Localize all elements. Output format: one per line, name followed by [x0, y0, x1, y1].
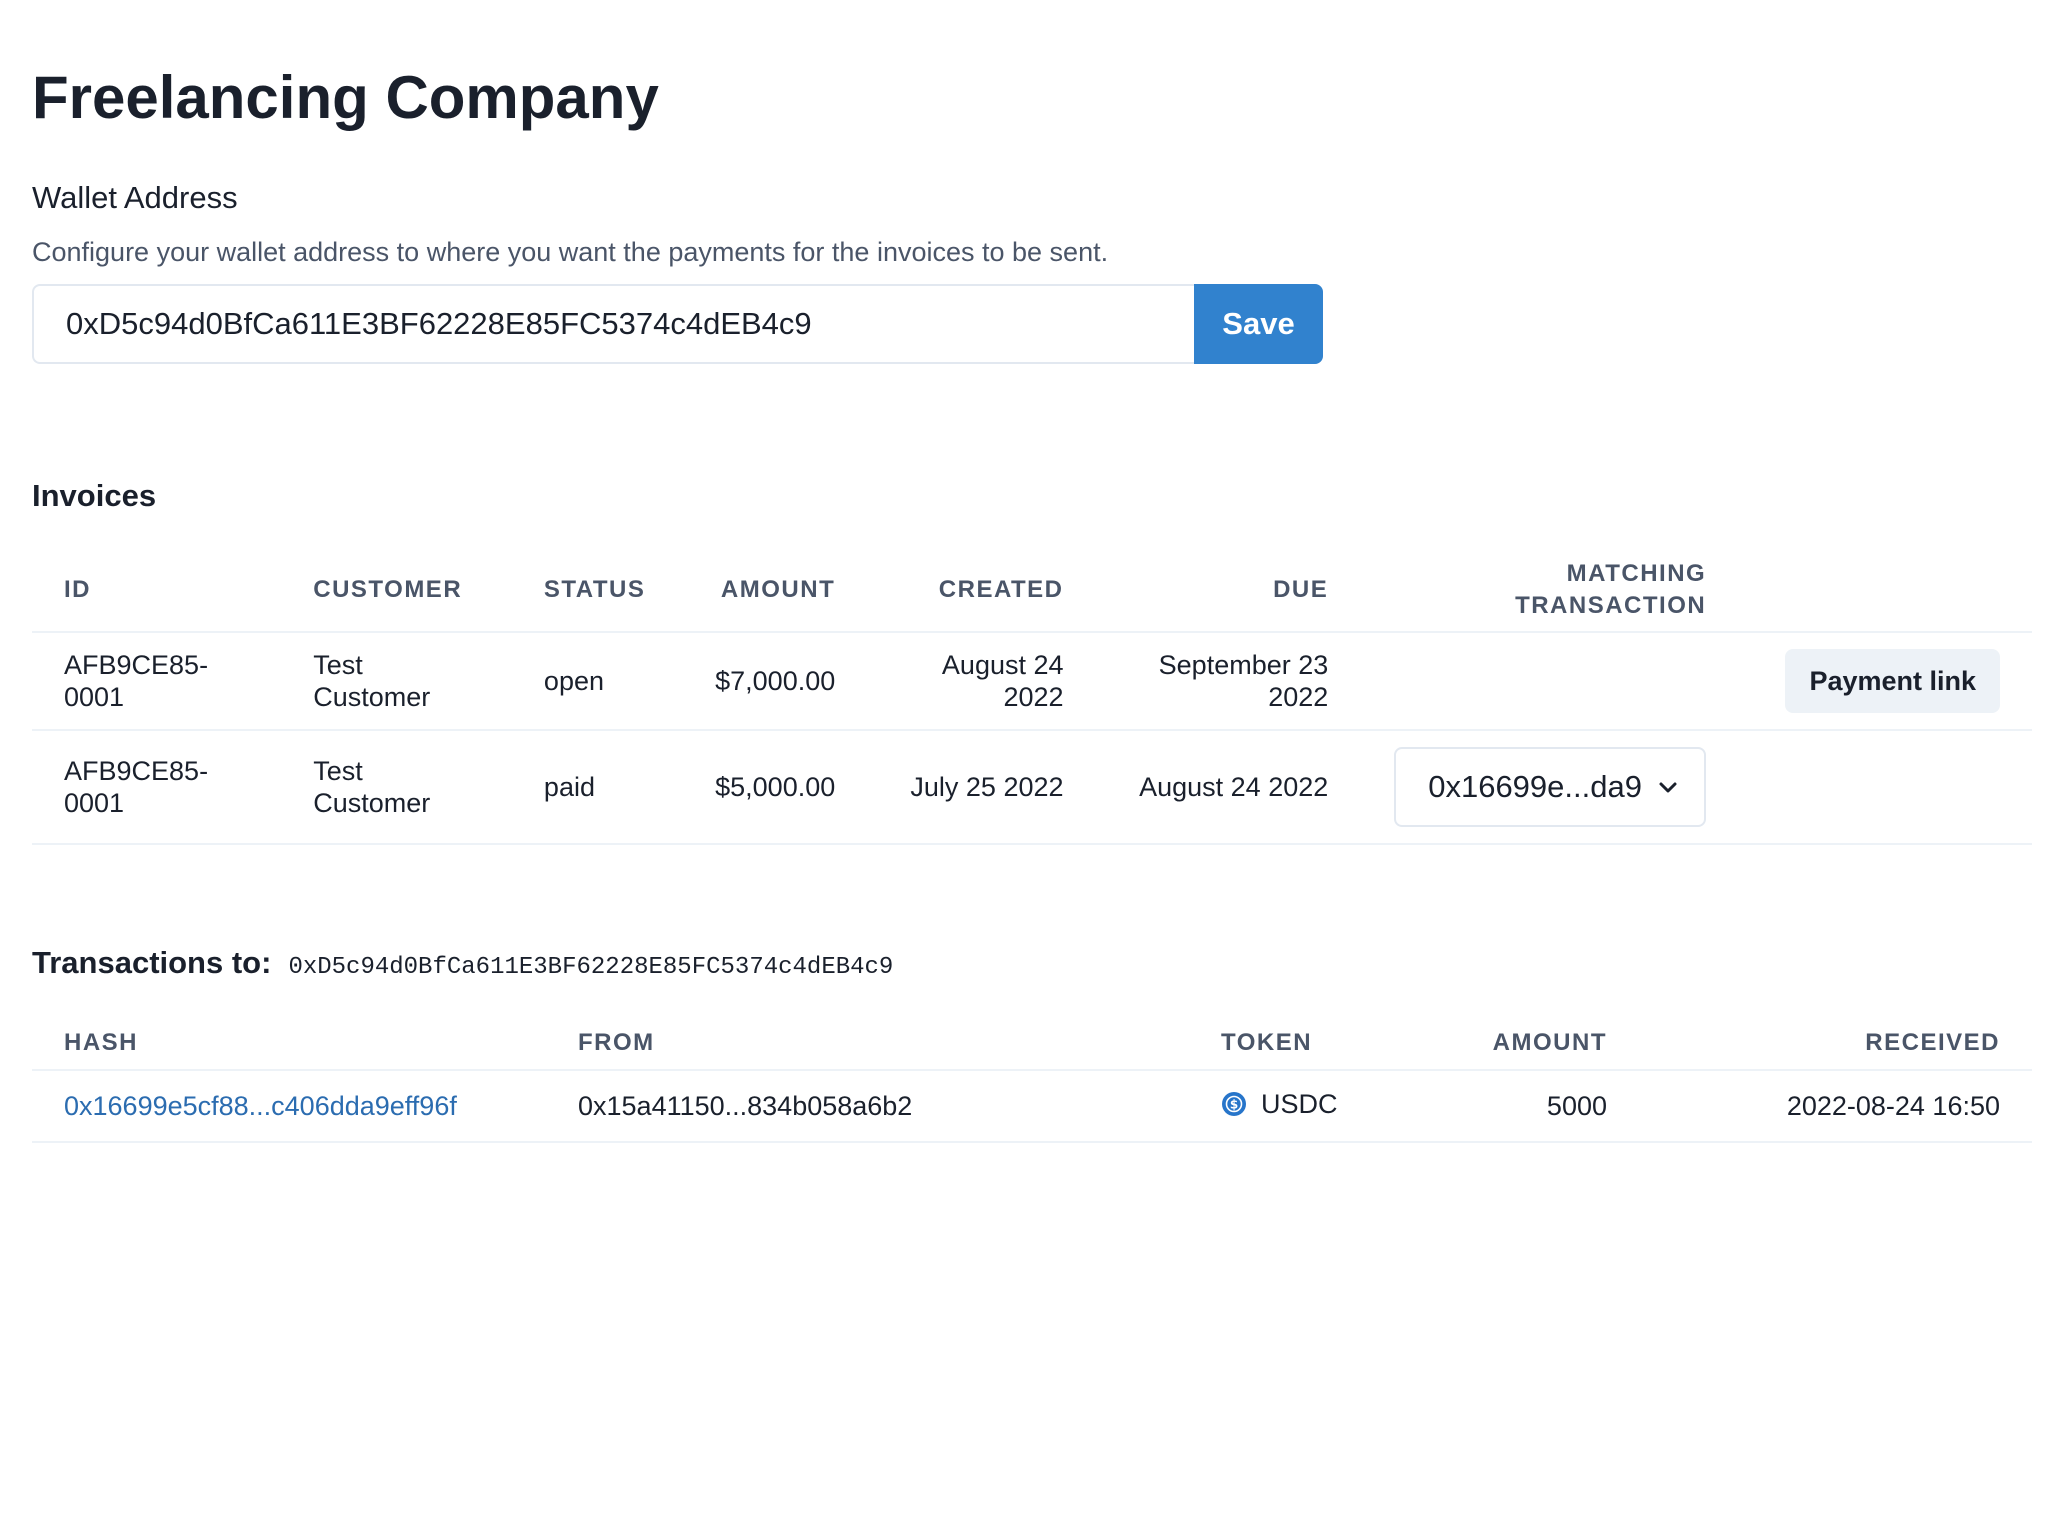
invoice-amount: $5,000.00 [677, 730, 868, 845]
save-button[interactable]: Save [1194, 284, 1323, 364]
col-due: DUE [1095, 548, 1361, 633]
matching-transaction-select[interactable]: 0x16699e...da9 [1394, 747, 1707, 827]
wallet-address-label: Wallet Address [32, 180, 238, 215]
matching-transaction-value: 0x16699e...da9 [1428, 771, 1642, 803]
tx-from: 0x15a41150...834b058a6b2 [546, 1070, 1189, 1143]
col-matching-line-1: MATCHING [1566, 559, 1707, 587]
col-actions [1738, 548, 2032, 633]
invoice-customer: Test Customer [281, 632, 512, 731]
tx-amount: 5000 [1397, 1070, 1639, 1143]
invoice-created: July 25 2022 [867, 730, 1096, 845]
page: Freelancing Company Wallet Address Confi… [0, 0, 2048, 1143]
transactions-table: HASH FROM TOKEN AMOUNT RECEIVED 0x16699e… [32, 1016, 2032, 1143]
tx-token: $ USDC [1189, 1070, 1397, 1143]
col-matching-transaction: MATCHING TRANSACTION [1360, 548, 1739, 633]
wallet-address-form: Save [32, 284, 2048, 364]
tx-received: 2022-08-24 16:50 [1639, 1070, 2032, 1143]
table-row: AFB9CE85- 0001 Test Customer paid $5,000… [32, 730, 2032, 845]
invoice-status: open [511, 632, 678, 731]
wallet-address-help: Configure your wallet address to where y… [32, 237, 1109, 267]
due-part: September 23 [1158, 650, 1329, 680]
customer-part: Customer [313, 788, 431, 818]
invoice-created: August 24 2022 [867, 632, 1096, 731]
invoice-due: August 24 2022 [1095, 730, 1361, 845]
invoice-due: September 23 2022 [1095, 632, 1361, 731]
invoice-id-part: 0001 [64, 682, 125, 712]
table-row: AFB9CE85- 0001 Test Customer open $7,000… [32, 632, 2032, 731]
col-created: CREATED [867, 548, 1096, 633]
col-matching-line-2: TRANSACTION [1515, 591, 1707, 619]
col-id: ID [32, 548, 282, 633]
col-amount: AMOUNT [677, 548, 868, 633]
wallet-address-input[interactable] [32, 284, 1194, 364]
col-customer: CUSTOMER [281, 548, 512, 633]
chevron-down-icon [1659, 782, 1677, 793]
col-status: STATUS [511, 548, 678, 633]
transactions-address: 0xD5c94d0BfCa611E3BF62228E85FC5374c4dEB4… [288, 954, 894, 981]
invoice-id: AFB9CE85- 0001 [32, 730, 282, 845]
invoice-matching-transaction: 0x16699e...da9 [1360, 730, 1739, 845]
transactions-title: Transactions to: [32, 945, 272, 980]
invoice-id-part: 0001 [64, 788, 125, 818]
usdc-icon: $ [1222, 1092, 1246, 1116]
invoice-amount: $7,000.00 [677, 632, 868, 731]
invoice-actions: Payment link [1738, 632, 2032, 731]
tx-hash: 0x16699e5cf88...c406dda9eff96f [32, 1070, 546, 1143]
due-part: 2022 [1268, 682, 1329, 712]
token-cell: $ USDC [1221, 1088, 1338, 1120]
invoice-actions [1738, 730, 2032, 845]
token-name: USDC [1261, 1089, 1338, 1119]
col-tx-amount: AMOUNT [1397, 1016, 1639, 1071]
col-hash: HASH [32, 1016, 546, 1071]
col-token: TOKEN [1189, 1016, 1397, 1071]
invoices-table: ID CUSTOMER STATUS AMOUNT CREATED DUE MA… [32, 548, 2032, 845]
invoices-header-row: ID CUSTOMER STATUS AMOUNT CREATED DUE MA… [32, 548, 2032, 633]
svg-text:$: $ [1230, 1098, 1238, 1112]
invoice-status: paid [511, 730, 678, 845]
customer-part: Customer [313, 682, 431, 712]
invoices-title: Invoices [32, 478, 157, 513]
invoice-id-part: AFB9CE85- [64, 756, 209, 786]
customer-part: Test [313, 756, 363, 786]
customer-part: Test [313, 650, 363, 680]
invoice-id: AFB9CE85- 0001 [32, 632, 282, 731]
page-title: Freelancing Company [32, 64, 659, 131]
created-part: 2022 [1003, 682, 1064, 712]
invoice-id-part: AFB9CE85- [64, 650, 209, 680]
payment-link-button[interactable]: Payment link [1785, 649, 2000, 713]
transactions-header-row: HASH FROM TOKEN AMOUNT RECEIVED [32, 1016, 2032, 1071]
invoice-customer: Test Customer [281, 730, 512, 845]
created-part: August 24 [941, 650, 1064, 680]
transactions-heading: Transactions to: 0xD5c94d0BfCa611E3BF622… [32, 943, 2048, 988]
invoice-matching-transaction [1360, 632, 1739, 731]
table-row: 0x16699e5cf88...c406dda9eff96f 0x15a4115… [32, 1070, 2032, 1143]
col-received: RECEIVED [1639, 1016, 2032, 1071]
col-from: FROM [546, 1016, 1189, 1071]
tx-hash-link[interactable]: 0x16699e5cf88...c406dda9eff96f [64, 1091, 457, 1121]
